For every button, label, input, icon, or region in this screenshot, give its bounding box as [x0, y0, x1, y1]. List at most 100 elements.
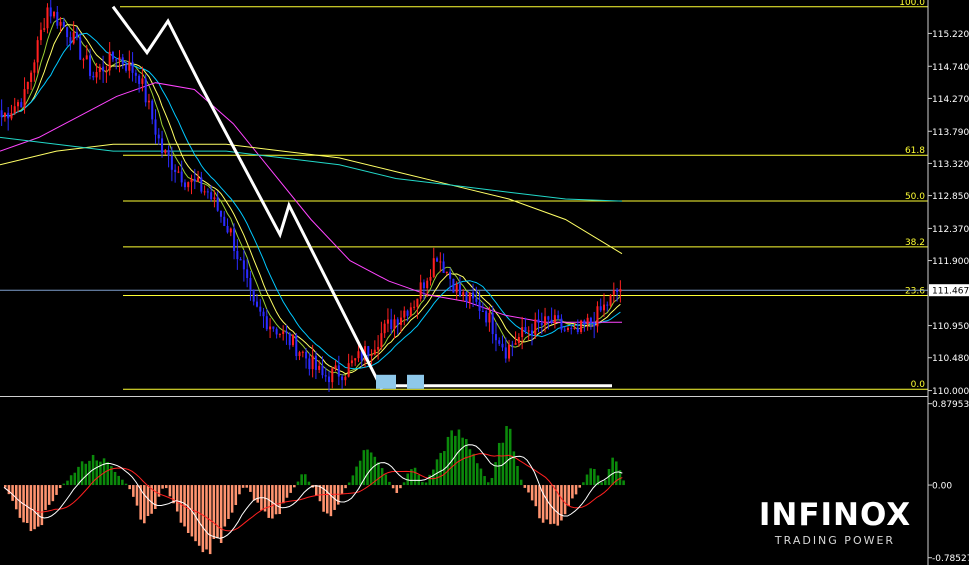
candle-body [144, 78, 147, 103]
candle-body [547, 316, 550, 320]
candle-body [485, 311, 488, 323]
candle-body [544, 316, 547, 326]
histogram-bar [194, 485, 197, 542]
candle-body [370, 354, 373, 356]
candle-body [566, 328, 569, 331]
candle-body [557, 315, 560, 319]
candle-body [180, 171, 183, 183]
candle-body [537, 319, 540, 323]
candle-body [170, 155, 173, 170]
histogram-bar [197, 485, 201, 546]
candle-body [95, 71, 98, 78]
current-price-label: 111.467 [932, 287, 969, 297]
candle-body [612, 290, 615, 295]
histogram-bar [457, 429, 461, 486]
candle-body [373, 349, 376, 355]
candle-body [125, 64, 128, 71]
candle-body [498, 340, 501, 344]
candle-body [508, 344, 511, 359]
candle-body [619, 289, 622, 292]
histogram-bar [541, 485, 545, 523]
candle-body [236, 251, 239, 260]
candle-body [229, 228, 232, 233]
brand-name: INFINOX [758, 497, 912, 533]
histogram-bar [234, 485, 238, 506]
candle-body [161, 138, 164, 153]
histogram-bar [534, 485, 538, 507]
histogram-bar [219, 485, 223, 543]
candle-body [468, 292, 471, 302]
price-axis-label: 110.480 [932, 354, 969, 364]
histogram-bar [161, 485, 164, 489]
histogram-bar [421, 481, 424, 486]
candle-body [380, 333, 383, 347]
candle-body [573, 327, 576, 329]
candle-body [517, 337, 520, 344]
histogram-bar [256, 485, 260, 503]
histogram-bar [329, 485, 333, 517]
histogram-bar [475, 463, 479, 486]
histogram-bar [325, 485, 329, 514]
histogram-bar [340, 485, 344, 494]
candle-body [540, 322, 543, 326]
candle-body [347, 363, 350, 377]
histogram-bar [395, 485, 399, 493]
candle-body [406, 310, 409, 316]
histogram-bar [563, 485, 567, 515]
candle-body [393, 319, 396, 329]
candle-body [436, 258, 439, 262]
candle-body [501, 343, 504, 348]
histogram-bar [508, 428, 512, 486]
histogram-bar [490, 477, 494, 486]
histogram-bar [497, 442, 501, 486]
histogram-bar [7, 485, 11, 495]
histogram-bar [530, 485, 534, 501]
candle-body [586, 317, 589, 325]
histogram-bar [388, 481, 391, 486]
candle-body [105, 70, 108, 72]
histogram-bar [121, 479, 124, 486]
histogram-bar [402, 482, 406, 486]
candle-body [318, 365, 321, 370]
candle-body [458, 284, 461, 296]
candle-body [285, 331, 288, 334]
histogram-bar [117, 475, 120, 486]
histogram-bar [274, 485, 278, 515]
histogram-bar [293, 485, 296, 488]
histogram-bar [523, 485, 527, 488]
candle-body [563, 329, 566, 331]
candle-body [488, 312, 491, 323]
histogram-bar [164, 485, 168, 489]
histogram-bar [227, 485, 230, 519]
candle-body [92, 75, 95, 78]
brand-tagline: TRADING POWER [774, 534, 896, 547]
histogram-bar [432, 469, 435, 486]
candle-body [416, 298, 419, 307]
histogram-bar [355, 466, 358, 486]
candle-body [409, 307, 412, 316]
histogram-bar [479, 468, 483, 486]
candle-body [426, 280, 429, 289]
candle-body [282, 331, 285, 334]
histogram-bar [25, 485, 29, 523]
candle-body [514, 343, 517, 345]
histogram-bar [552, 485, 556, 524]
histogram-bar [483, 476, 486, 486]
candle-body [288, 333, 291, 346]
candle-body [138, 75, 141, 84]
candle-body [108, 51, 111, 71]
histogram-bar [168, 485, 172, 497]
histogram-bar [399, 485, 402, 489]
candle-body [327, 376, 331, 383]
candle-body [72, 32, 75, 44]
histogram-bar [285, 485, 289, 498]
candle-body [128, 61, 131, 71]
candle-body [115, 59, 118, 61]
histogram-bar [66, 480, 69, 486]
histogram-bar [366, 449, 369, 486]
histogram-bar [135, 485, 139, 506]
candle-body [75, 32, 78, 38]
histogram-bar [391, 485, 395, 489]
candle-body [131, 61, 134, 73]
histogram-bar [347, 482, 351, 486]
